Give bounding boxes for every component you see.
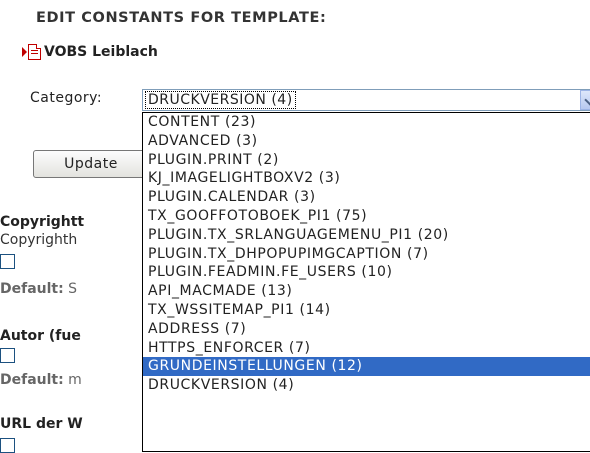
field-title-copyright: Copyrightt (0, 214, 85, 230)
dropdown-option[interactable]: HTTPS_ENFORCER (7) (143, 339, 590, 358)
dropdown-option[interactable]: API_MACMADE (13) (143, 282, 590, 301)
dropdown-option[interactable]: GRUNDEINSTELLUNGEN (12) (143, 357, 590, 377)
dropdown-option[interactable]: TX_WSSITEMAP_PI1 (14) (143, 301, 590, 320)
expand-arrow-icon (22, 47, 27, 57)
dropdown-arrow-icon[interactable] (580, 90, 590, 110)
dropdown-option[interactable]: PLUGIN.PRINT (2) (143, 151, 590, 170)
dropdown-option[interactable]: PLUGIN.CALENDAR (3) (143, 188, 590, 207)
dropdown-option[interactable]: PLUGIN.TX_SRLANGUAGEMENU_PI1 (20) (143, 226, 590, 245)
dropdown-option[interactable]: KJ_IMAGELIGHTBOXV2 (3) (143, 169, 590, 188)
dropdown-option[interactable]: PLUGIN.FEADMIN.FE_USERS (10) (143, 263, 590, 282)
field-subtitle-copyright: Copyrighth (0, 232, 78, 248)
document-icon (28, 44, 41, 60)
category-label: Category: (30, 90, 103, 106)
page-header: EDIT CONSTANTS FOR TEMPLATE: (36, 10, 327, 26)
field-title-autor: Autor (fue (0, 328, 81, 344)
default-value: S (68, 281, 78, 297)
dropdown-option[interactable]: PLUGIN.TX_DHPOPUPIMGCAPTION (7) (143, 245, 590, 264)
category-select[interactable]: DRUCKVERSION (4) (142, 89, 590, 111)
category-dropdown-list[interactable]: CONTENT (23) ADVANCED (3) PLUGIN.PRINT (2)… (142, 112, 590, 452)
default-copyright: Default: S (0, 281, 77, 297)
dropdown-option[interactable]: TX_GOOFFOTOBOEK_PI1 (75) (143, 207, 590, 226)
default-label: Default: (0, 281, 64, 297)
dropdown-option[interactable]: ADVANCED (3) (143, 132, 590, 151)
autor-checkbox[interactable] (0, 348, 15, 363)
default-value: m (68, 372, 82, 388)
template-row: VOBS Leiblach (22, 44, 158, 60)
dropdown-option[interactable]: ADDRESS (7) (143, 320, 590, 339)
template-name: VOBS Leiblach (44, 44, 158, 60)
copyright-checkbox[interactable] (0, 254, 15, 269)
category-selected-value: DRUCKVERSION (4) (145, 91, 296, 109)
field-title-url: URL der W (0, 416, 83, 432)
dropdown-option[interactable]: CONTENT (23) (143, 113, 590, 132)
update-button[interactable]: Update (33, 150, 149, 178)
dropdown-option[interactable]: DRUCKVERSION (4) (143, 376, 590, 395)
default-autor: Default: m (0, 372, 82, 388)
default-label: Default: (0, 372, 64, 388)
